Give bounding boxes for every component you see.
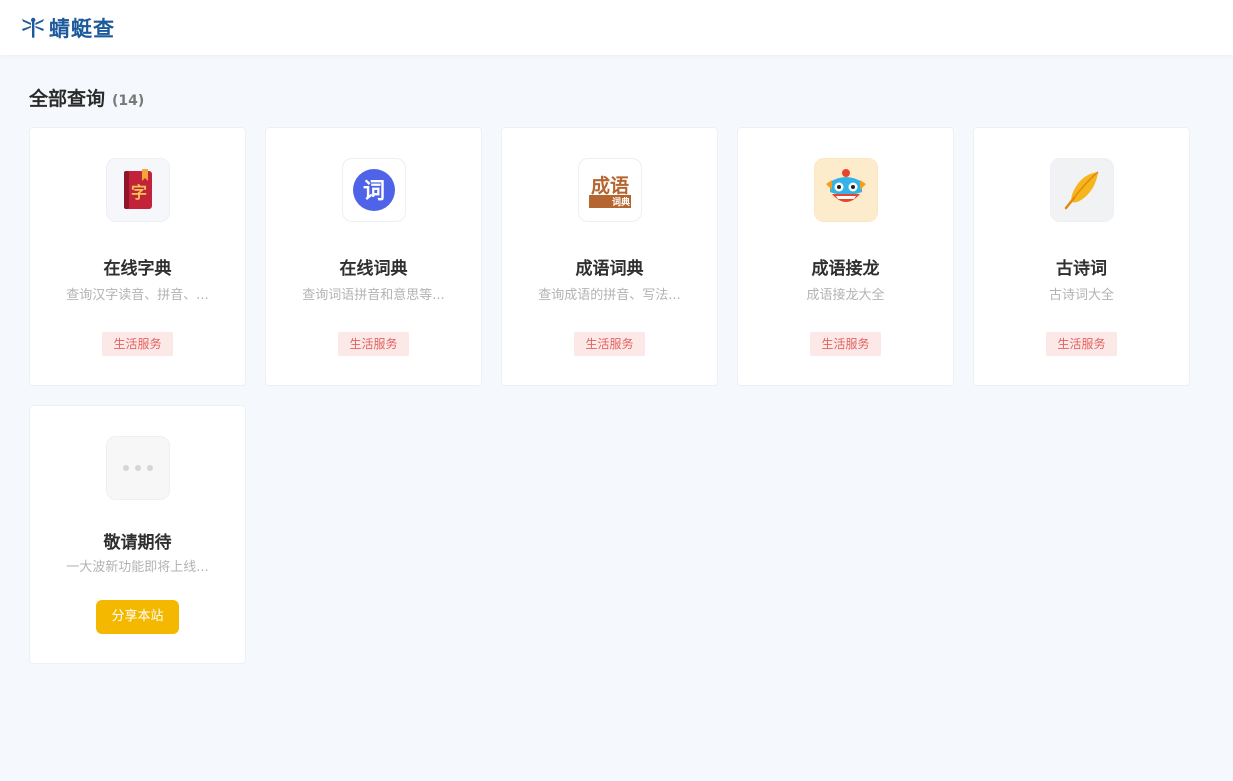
category-tag: 生活服务	[810, 332, 881, 356]
site-logo[interactable]: 蜻蜓查	[20, 13, 115, 43]
category-tag: 生活服务	[102, 332, 173, 356]
category-tag: 生活服务	[1046, 332, 1117, 356]
card-icon-box: 字	[106, 158, 170, 222]
svg-text:字: 字	[131, 183, 147, 202]
card-title: 敬请期待	[103, 533, 172, 553]
card-description: 查询成语的拼音、写法...	[538, 288, 681, 303]
card-chengyu-jielong[interactable]: 成语接龙 成语接龙大全 生活服务	[737, 127, 954, 386]
card-chengyu-cidian[interactable]: 成语 词典 成语词典 查询成语的拼音、写法... 生活服务	[501, 127, 718, 386]
card-title: 古诗词	[1056, 259, 1107, 279]
card-icon-box: 词	[342, 158, 406, 222]
card-icon-box: 成语 词典	[578, 158, 642, 222]
chengyu-cidian-icon: 成语 词典	[589, 174, 631, 208]
card-description: 查询汉字读音、拼音、...	[66, 288, 209, 303]
dragonfly-icon	[22, 17, 44, 38]
card-description: 成语接龙大全	[806, 288, 885, 303]
top-bar: 蜻蜓查	[0, 0, 1233, 55]
logo-text: 蜻蜓查	[49, 16, 115, 41]
card-gushici[interactable]: 古诗词 古诗词大全 生活服务	[973, 127, 1190, 386]
card-description: 古诗词大全	[1048, 288, 1114, 303]
card-icon-box	[106, 436, 170, 500]
feather-quill-icon	[1064, 171, 1099, 210]
lion-dance-icon	[826, 169, 866, 202]
ellipsis-icon	[123, 465, 153, 471]
card-title: 在线字典	[103, 259, 172, 279]
card-title: 成语词典	[575, 259, 644, 279]
card-coming-soon: 敬请期待 一大波新功能即将上线... 分享本站	[29, 405, 246, 664]
card-description: 一大波新功能即将上线...	[66, 560, 209, 575]
card-title: 在线词典	[339, 259, 408, 279]
svg-text:词: 词	[363, 179, 385, 204]
section-heading: 全部查询 (14)	[29, 84, 144, 111]
svg-text:词典: 词典	[612, 196, 630, 208]
red-book-zi-icon: 字	[124, 169, 152, 209]
blue-circle-ci-icon: 词	[353, 169, 395, 211]
category-tag: 生活服务	[574, 332, 645, 356]
section-count: (14)	[112, 93, 145, 109]
share-site-button[interactable]: 分享本站	[96, 600, 179, 634]
card-description: 查询词语拼音和意思等...	[302, 288, 445, 303]
card-icon-box	[1050, 158, 1114, 222]
card-icon-box	[814, 158, 878, 222]
svg-text:成语: 成语	[591, 174, 629, 197]
card-title: 成语接龙	[811, 259, 880, 279]
category-tag: 生活服务	[338, 332, 409, 356]
section-title: 全部查询	[29, 88, 106, 110]
card-online-zidian[interactable]: 字 在线字典 查询汉字读音、拼音、... 生活服务	[29, 127, 246, 386]
card-online-cidian[interactable]: 词 在线词典 查询词语拼音和意思等... 生活服务	[265, 127, 482, 386]
